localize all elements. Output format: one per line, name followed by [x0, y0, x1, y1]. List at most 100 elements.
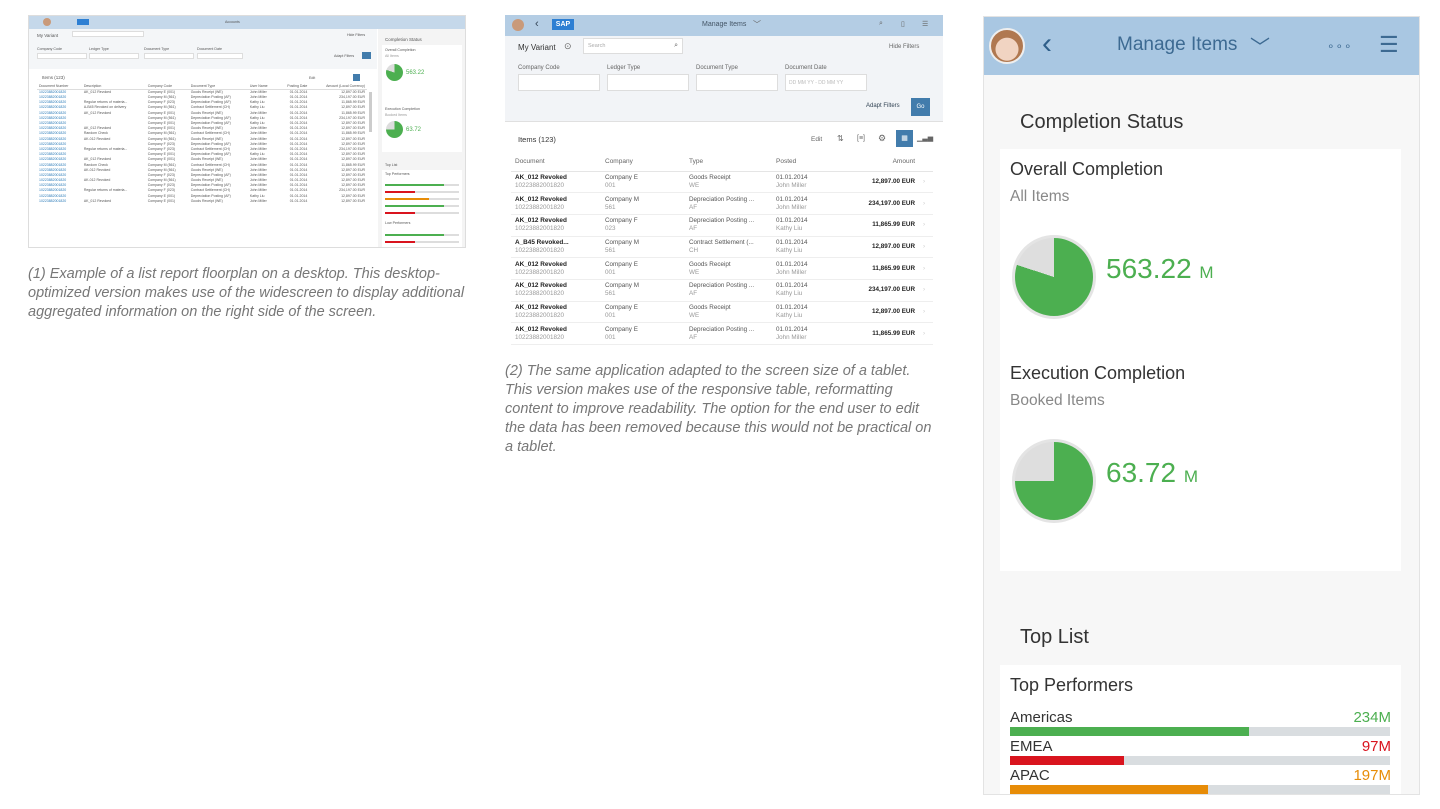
go-button[interactable] [362, 52, 371, 59]
cell-primary: Depreciation Posting ... [689, 325, 755, 333]
document-title: A_B45 Revoked... [515, 238, 569, 246]
company-code-input[interactable] [37, 53, 87, 59]
chart-view-button[interactable]: ▁▃▅ [917, 134, 933, 142]
search-input[interactable] [72, 31, 144, 37]
table-row[interactable]: 10223882001820 AK_012 Revoked Company E (0… [37, 199, 367, 204]
chevron-right-icon[interactable]: › [919, 279, 933, 302]
app-title[interactable]: Manage Items [1117, 34, 1237, 56]
edit-button[interactable]: Edit [309, 76, 315, 80]
document-date-input[interactable] [197, 53, 243, 59]
bar-track [385, 205, 459, 207]
date-placeholder: DD MM YY - DD MM YY [789, 80, 844, 86]
cell-primary: Depreciation Posting ... [689, 282, 755, 290]
cell: AK_012 Revoked [83, 198, 112, 203]
cell: Goods Receipt WE [685, 301, 772, 324]
section-title: Completion Status [1020, 111, 1184, 133]
table-row[interactable]: AK_012 Revoked 10223882001820 Company E 001… [511, 171, 933, 194]
document-link[interactable]: 10223882001820 [37, 199, 82, 204]
cell: Company M 561 [601, 192, 685, 215]
document-type-input[interactable] [144, 53, 194, 59]
table-row[interactable]: AK_012 Revoked 10223882001820 Company M 561… [511, 279, 933, 302]
menu-icon[interactable]: ☰ [1379, 32, 1399, 58]
cell-primary: Depreciation Posting ... [689, 217, 755, 225]
avatar[interactable] [989, 28, 1025, 64]
document-title: AK_012 Revoked [515, 173, 567, 181]
table-row[interactable]: A_B45 Revoked... 10223882001820 Company M5… [511, 236, 933, 259]
performer-label: Americas [1010, 709, 1073, 726]
chevron-right-icon[interactable]: › [919, 236, 933, 259]
app-title[interactable]: Manage Items [702, 21, 746, 28]
edit-button[interactable]: Edit [811, 136, 822, 143]
search-icon[interactable]: ⌕ [674, 42, 678, 50]
variant-selector[interactable]: My Variant [518, 43, 556, 52]
notification-icon[interactable]: ▯ [901, 20, 905, 28]
cell-secondary: 10223882001820 [515, 203, 565, 211]
cell: Company E 001 [601, 322, 685, 345]
cell: 01.01.2014 John Miller [772, 257, 830, 280]
search-icon[interactable]: ⌕ [879, 20, 883, 28]
bar-track [385, 191, 459, 193]
filter-label: Document Date [785, 65, 827, 71]
hide-filters-link[interactable]: Hide Filters [889, 44, 919, 50]
table-view-button[interactable]: ▦ [896, 130, 913, 147]
cell-secondary: AF [689, 290, 698, 298]
chevron-right-icon[interactable]: › [919, 301, 933, 324]
cell: AK_012 Revoked 10223882001820 [511, 322, 601, 345]
table-row[interactable]: AK_012 Revoked 10223882001820 Company E 001… [511, 301, 933, 324]
table-row[interactable]: AK_012 Revoked 10223882001820 Company M 561… [511, 192, 933, 215]
cell: Company E 001 [601, 257, 685, 280]
table-view-button[interactable] [353, 74, 360, 81]
chevron-down-icon[interactable]: ﹀ [753, 19, 761, 30]
filter-label: Document Type [696, 65, 738, 71]
adapt-filters-button[interactable]: Adapt Filters [334, 54, 354, 58]
bar-fill [385, 205, 445, 207]
shell-header: ‹ SAP Manage Items ﹀ ⌕ ▯ ☰ [505, 15, 943, 36]
ledger-type-input[interactable] [607, 74, 689, 91]
cell-primary: Company E [605, 325, 638, 333]
cell-primary: 01.01.2014 [776, 260, 808, 268]
chevron-right-icon[interactable]: › [919, 214, 933, 237]
search-input[interactable]: Search ⌕ [583, 38, 683, 54]
variant-selector[interactable]: My Variant [37, 33, 58, 38]
filter-label: Company Code [518, 65, 560, 71]
cell: Depreciation Posting ... AF [685, 192, 772, 215]
sap-logo [77, 19, 89, 25]
cell-secondary: 10223882001820 [515, 268, 565, 276]
cell-secondary: WE [689, 268, 700, 276]
column-header: Company [601, 152, 685, 172]
cell-secondary: AF [689, 203, 698, 211]
cell-primary: Contract Settlement (... [689, 238, 754, 246]
sort-icon[interactable]: ⇅ [837, 134, 844, 143]
settings-icon[interactable]: ⚙ [878, 133, 886, 144]
table-row[interactable]: AK_012 Revoked 10223882001820 Company E 001… [511, 257, 933, 280]
cell: Company E 001 [601, 171, 685, 194]
document-date-input[interactable]: DD MM YY - DD MM YY [785, 74, 867, 91]
more-icon[interactable]: ∘∘∘ [1327, 39, 1353, 53]
group-icon[interactable]: [≡] [857, 135, 865, 142]
ledger-type-input[interactable] [89, 53, 139, 59]
cell-secondary: John Miller [776, 268, 807, 276]
go-button[interactable]: Go [911, 98, 930, 116]
table-row[interactable]: AK_012 Revoked 10223882001820 Company E 001… [511, 322, 933, 345]
variant-chevron-icon[interactable]: ⊙ [564, 41, 572, 52]
document-type-input[interactable] [696, 74, 778, 91]
performer-bar [1010, 756, 1390, 765]
back-icon[interactable]: ‹ [535, 18, 539, 30]
adapt-filters-button[interactable]: Adapt Filters [866, 103, 900, 109]
scrollbar[interactable] [369, 92, 372, 132]
chevron-right-icon[interactable]: › [919, 171, 933, 194]
menu-icon[interactable]: ☰ [922, 20, 928, 28]
company-code-input[interactable] [518, 74, 600, 91]
table-row[interactable]: AK_012 Revoked 10223882001820 Company F 023… [511, 214, 933, 237]
app-title[interactable]: Accounts [225, 20, 240, 24]
chevron-right-icon[interactable]: › [919, 192, 933, 215]
avatar[interactable] [512, 19, 524, 31]
chevron-down-icon[interactable]: ﹀ [1250, 31, 1270, 60]
value-number: 563.22 [1106, 253, 1192, 284]
chevron-right-icon[interactable]: › [919, 257, 933, 280]
hide-filters-link[interactable]: Hide Filters [347, 33, 365, 37]
chevron-right-icon[interactable]: › [919, 322, 933, 345]
avatar[interactable] [43, 18, 51, 26]
back-icon[interactable]: ‹ [1042, 27, 1052, 61]
card-title: Low Performers [385, 221, 411, 225]
